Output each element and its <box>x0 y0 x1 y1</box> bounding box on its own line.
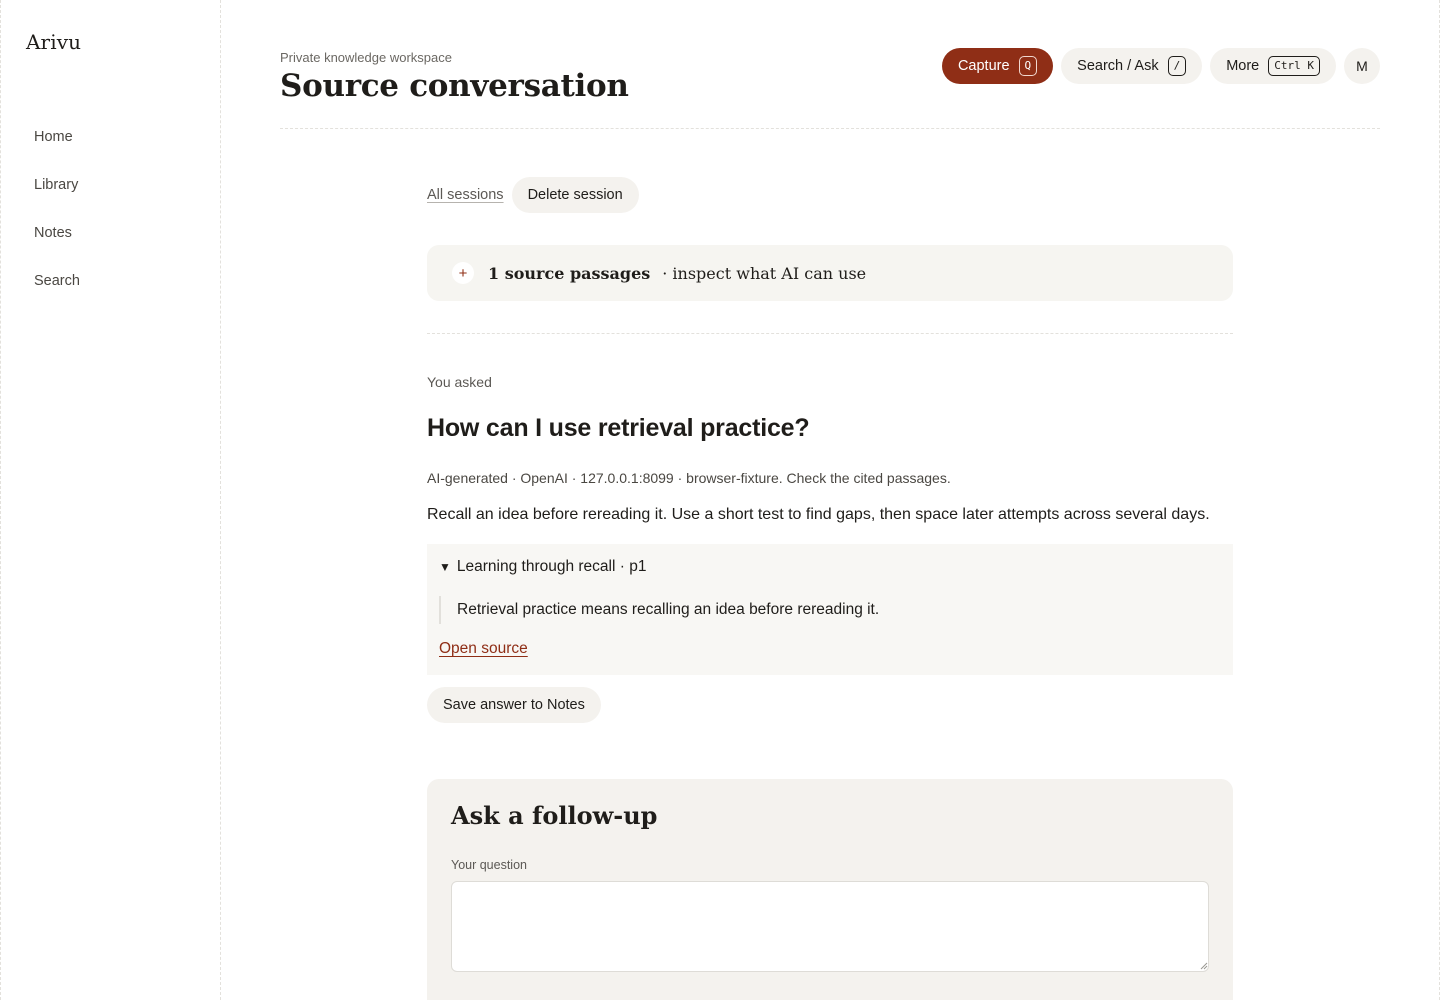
search-ask-button[interactable]: Search / Ask / <box>1061 48 1203 84</box>
section-divider <box>427 333 1233 334</box>
source-count: 1 source passages <box>488 263 651 283</box>
more-button[interactable]: More Ctrl K <box>1210 48 1336 84</box>
citation-toggle[interactable]: ▼ Learning through recall · p1 <box>439 558 646 576</box>
save-to-notes-button[interactable]: Save answer to Notes <box>427 687 601 723</box>
answer-meta: AI-generated · OpenAI · 127.0.0.1:8099 ·… <box>427 470 951 486</box>
follow-up-panel: Ask a follow-up Your question <box>427 779 1233 1000</box>
more-shortcut: Ctrl K <box>1268 56 1320 76</box>
avatar[interactable]: M <box>1344 48 1380 84</box>
citation-quote: Retrieval practice means recalling an id… <box>439 596 879 624</box>
plus-icon: + <box>452 262 474 284</box>
sidebar-item-home[interactable]: Home <box>34 128 80 176</box>
search-ask-label: Search / Ask <box>1077 58 1159 74</box>
all-sessions-link[interactable]: All sessions <box>427 187 504 203</box>
sidebar-item-search[interactable]: Search <box>34 272 80 320</box>
search-shortcut: / <box>1167 56 1187 76</box>
sidebar: Arivu Home Library Notes Search <box>0 0 221 1000</box>
sidebar-item-library[interactable]: Library <box>34 176 80 224</box>
you-asked-label: You asked <box>427 374 492 390</box>
triangle-down-icon: ▼ <box>439 560 451 574</box>
page-title: Source conversation <box>280 68 629 104</box>
brand-logo[interactable]: Arivu <box>26 30 81 54</box>
capture-button[interactable]: Capture Q <box>941 48 1054 84</box>
question-textarea[interactable] <box>451 881 1209 972</box>
sidebar-item-notes[interactable]: Notes <box>34 224 80 272</box>
question-field-label: Your question <box>451 858 527 872</box>
session-toolbar: All sessions Delete session <box>427 177 639 213</box>
capture-shortcut: Q <box>1018 56 1038 76</box>
app: Arivu Home Library Notes Search Private … <box>0 0 1440 1000</box>
resize-grip-icon[interactable] <box>1200 962 1208 970</box>
header-actions: Capture Q Search / Ask / More Ctrl K M <box>941 48 1380 84</box>
sidebar-nav: Home Library Notes Search <box>34 128 80 320</box>
answer-text: Recall an idea before rereading it. Use … <box>427 506 1210 523</box>
source-hint: · inspect what AI can use <box>662 263 867 283</box>
more-label: More <box>1226 58 1260 74</box>
citation-block: ▼ Learning through recall · p1 Retrieval… <box>427 544 1233 675</box>
delete-session-button[interactable]: Delete session <box>511 177 639 213</box>
follow-up-title: Ask a follow-up <box>451 801 658 830</box>
open-source-link[interactable]: Open source <box>439 640 528 658</box>
question-heading: How can I use retrieval practice? <box>427 414 810 442</box>
page-header: Private knowledge workspace Source conve… <box>280 0 1380 129</box>
capture-label: Capture <box>957 58 1010 74</box>
citation-title: Learning through recall · p1 <box>456 558 647 575</box>
source-passages-toggle[interactable]: + 1 source passages · inspect what AI ca… <box>427 245 1233 301</box>
workspace-label: Private knowledge workspace <box>280 50 452 65</box>
